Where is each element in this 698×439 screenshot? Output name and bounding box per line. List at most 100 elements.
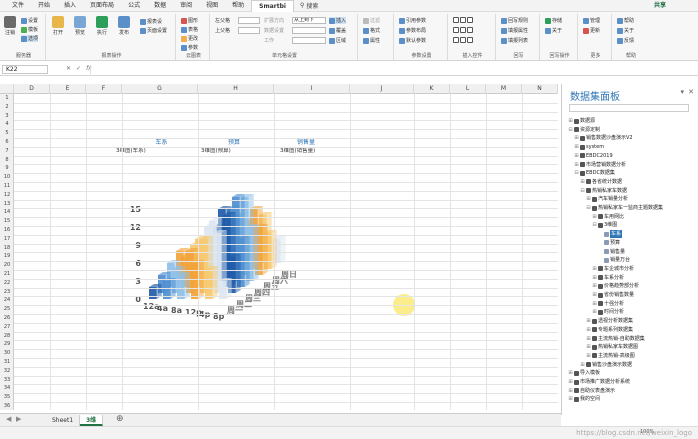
tree-node[interactable]: ⊞ 销售沙盘演示数据 <box>580 361 632 369</box>
row-header-7[interactable]: 7 <box>0 147 14 156</box>
open-button[interactable]: 打开 <box>52 16 64 36</box>
fill-list-button[interactable]: 填报列表 <box>501 37 528 44</box>
help-button[interactable]: 帮助 <box>617 17 634 24</box>
report-settings-button[interactable]: 报表设 <box>140 18 162 25</box>
menu-tab-7[interactable]: 视图 <box>199 0 225 12</box>
tree-node[interactable]: ⊞ 我的空间 <box>568 395 600 403</box>
row-header-21[interactable]: 21 <box>0 270 14 279</box>
tree-node[interactable]: ⊞ 专题系列数据集 <box>586 326 633 334</box>
row-header-24[interactable]: 24 <box>0 296 14 305</box>
row-header-22[interactable]: 22 <box>0 279 14 288</box>
manage-button[interactable]: 管理 <box>583 17 600 24</box>
menu-tab-0[interactable]: 文件 <box>5 0 31 12</box>
tree-node[interactable]: ⊞ EBDC2019 <box>574 152 612 160</box>
column-header-J[interactable]: J <box>350 84 414 94</box>
expand-icon[interactable]: ⊞ <box>574 143 579 151</box>
row-header-2[interactable]: 2 <box>0 103 14 112</box>
column-header-N[interactable]: N <box>522 84 558 94</box>
template-button[interactable]: 模板 <box>21 26 38 33</box>
column-header-L[interactable]: L <box>450 84 486 94</box>
pane-search-input[interactable] <box>569 104 689 112</box>
expand-direction-combo[interactable]: 从上到下 <box>292 17 326 24</box>
menu-tab-1[interactable]: 开始 <box>31 0 57 12</box>
menu-tab-9[interactable]: Smartbi <box>251 0 294 12</box>
row-header-35[interactable]: 35 <box>0 393 14 402</box>
row-header-15[interactable]: 15 <box>0 217 14 226</box>
style-button[interactable]: 格式 <box>363 27 380 34</box>
attribute-button[interactable]: 属性 <box>363 37 380 44</box>
expand-icon[interactable]: ⊞ <box>568 395 573 403</box>
search-box[interactable]: ⚲ 搜索 <box>300 1 318 10</box>
column-header-H[interactable]: H <box>198 84 274 94</box>
next-sheet-icon[interactable]: ▶ <box>16 415 21 423</box>
graphic-button[interactable]: 图形 <box>181 17 198 24</box>
tree-node[interactable]: ⊞ 十强分析 <box>592 300 624 308</box>
tree-node[interactable]: ⊞ 主流热销-自助数据集 <box>586 335 644 343</box>
preview-button[interactable]: 预览 <box>74 16 86 36</box>
tree-node[interactable]: ⊞ 车用网比 <box>592 213 624 221</box>
menu-tab-8[interactable]: 帮助 <box>225 0 251 12</box>
row-header-5[interactable]: 5 <box>0 129 14 138</box>
expand-icon[interactable]: ⊞ <box>580 178 585 186</box>
change-button[interactable]: 更改 <box>181 35 198 42</box>
params-button[interactable]: 参数 <box>181 44 198 51</box>
tree-node[interactable]: ⊞ 热销私家车数据图 <box>586 343 638 351</box>
collapse-icon[interactable]: ⊟ <box>580 187 585 195</box>
tree-node[interactable]: ⊞ system <box>574 143 604 151</box>
column-header-K[interactable]: K <box>414 84 450 94</box>
sheet-tab-3d[interactable]: 3维 <box>80 415 104 426</box>
collapse-icon[interactable]: ⊟ <box>574 169 579 177</box>
register-button[interactable]: 注销 <box>4 16 16 36</box>
name-box[interactable]: K22 <box>2 65 48 74</box>
execute-button[interactable]: 执行 <box>96 16 108 36</box>
param-layout-button[interactable]: 参数布局 <box>399 27 426 34</box>
check-icon[interactable]: ✓ <box>76 65 81 72</box>
select-all[interactable] <box>0 84 14 94</box>
column-header-G[interactable]: G <box>122 84 198 94</box>
expand-icon[interactable]: ⊞ <box>592 291 597 299</box>
expand-icon[interactable]: ⊞ <box>586 352 591 360</box>
tree-node[interactable]: ⊞ 自助仪表盘演示 <box>568 387 615 395</box>
tree-node[interactable]: ⊞ 透视分析数据集 <box>586 317 633 325</box>
tree-node[interactable]: ⊞ 车系分析 <box>592 274 624 282</box>
column-header-M[interactable]: M <box>486 84 522 94</box>
row-header-12[interactable]: 12 <box>0 191 14 200</box>
control-grid-3[interactable] <box>453 37 473 43</box>
expand-icon[interactable]: ⊞ <box>592 265 597 273</box>
tree-node[interactable]: ⊟ 热销私家车数据 <box>580 187 627 195</box>
collapse-icon[interactable]: ⊟ <box>568 126 573 134</box>
expand-icon[interactable]: ⊞ <box>574 134 579 142</box>
ref-param-button[interactable]: 引用参数 <box>399 17 426 24</box>
row-header-17[interactable]: 17 <box>0 235 14 244</box>
expand-icon[interactable]: ⊞ <box>580 361 585 369</box>
left-parent-combo[interactable] <box>238 17 260 24</box>
row-header-18[interactable]: 18 <box>0 244 14 253</box>
region-button[interactable]: 区域 <box>329 37 346 44</box>
cancel-icon[interactable]: ✕ <box>66 65 71 72</box>
prev-sheet-icon[interactable]: ◀ <box>6 415 11 423</box>
tree-node[interactable]: ⊞ 价格趋势部分析 <box>592 282 639 290</box>
row-header-20[interactable]: 20 <box>0 261 14 270</box>
menu-tab-5[interactable]: 数据 <box>147 0 173 12</box>
default-param-button[interactable]: 默认参数 <box>399 37 426 44</box>
expand-icon[interactable]: ⊞ <box>586 317 591 325</box>
tree-node[interactable]: ⊞ 汽车销量分析 <box>586 195 628 203</box>
expand-icon[interactable]: ⊞ <box>586 326 591 334</box>
row-header-33[interactable]: 33 <box>0 376 14 385</box>
data-settings-combo[interactable] <box>292 27 326 34</box>
sheet-tab-sheet1[interactable]: Sheet1 <box>46 415 81 426</box>
control-grid[interactable] <box>453 17 473 23</box>
tree-node[interactable]: ⊞ 省份销售数量 <box>592 291 634 299</box>
tree-node[interactable]: ⊞ 市场营销数据分析 <box>574 161 626 169</box>
row-header-30[interactable]: 30 <box>0 349 14 358</box>
tree-node[interactable]: ⊟ 3维图 <box>592 221 617 229</box>
row-header-27[interactable]: 27 <box>0 323 14 332</box>
tree-node[interactable]: ⊟ 资源定制 <box>568 126 600 134</box>
about2-button[interactable]: 关于 <box>617 27 634 34</box>
menu-tab-4[interactable]: 公式 <box>121 0 147 12</box>
row-header-8[interactable]: 8 <box>0 156 14 165</box>
menu-tab-3[interactable]: 页面布局 <box>83 0 121 12</box>
column-header-D[interactable]: D <box>14 84 50 94</box>
row-header-29[interactable]: 29 <box>0 340 14 349</box>
update-button[interactable]: 更新 <box>583 27 600 34</box>
